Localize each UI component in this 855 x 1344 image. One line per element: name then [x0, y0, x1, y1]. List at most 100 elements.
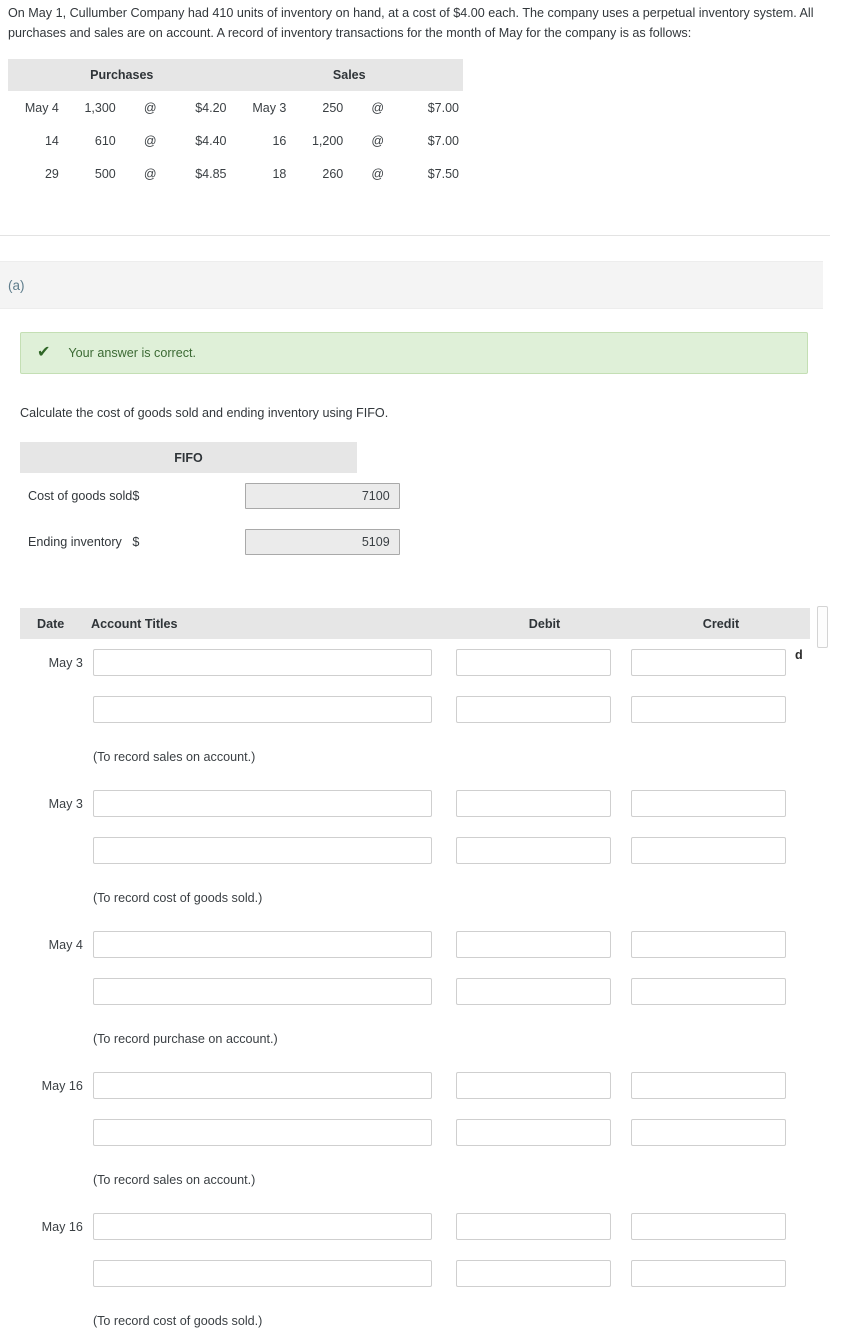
credit-cell — [630, 780, 790, 827]
journal-memo: (To record cost of goods sold.) — [92, 890, 263, 905]
spacer — [614, 780, 631, 827]
credit-input[interactable] — [630, 837, 786, 864]
debit-input[interactable] — [455, 1072, 611, 1099]
debit-input[interactable] — [455, 978, 611, 1005]
journal-memo: (To record cost of goods sold.) — [92, 1313, 263, 1328]
credit-input[interactable] — [630, 1072, 786, 1099]
journal-memo-row: (To record cost of goods sold.) — [20, 1297, 790, 1344]
debit-input[interactable] — [455, 649, 611, 676]
table-row: 29 500 @ $4.85 18 260 @ $7.50 — [8, 157, 463, 190]
purchase-qty: 500 — [94, 166, 116, 181]
debit-cell — [455, 1109, 614, 1156]
purchase-at: @ — [143, 133, 157, 148]
account-title-input[interactable] — [92, 1072, 432, 1099]
ending-inventory-input[interactable] — [244, 529, 400, 555]
account-title-input[interactable] — [92, 1260, 432, 1287]
table-row: May 4 1,300 @ $4.20 May 3 250 @ $7.00 — [8, 91, 463, 124]
credit-cell — [630, 921, 790, 968]
journal-row: May 16 — [20, 1203, 790, 1250]
purchase-price: $4.40 — [195, 133, 227, 148]
debit-cell — [455, 968, 614, 1015]
account-title-cell — [92, 1250, 437, 1297]
spacer — [614, 968, 631, 1015]
journal-table-body: May 3 (To record sales on account.) May … — [20, 639, 790, 1344]
credit-input[interactable] — [630, 1119, 786, 1146]
cost-of-goods-sold-input[interactable] — [244, 483, 400, 509]
journal-memo-row: (To record sales on account.) — [20, 733, 790, 780]
credit-cell — [630, 827, 790, 874]
transactions-header-row: Purchases Sales — [8, 59, 463, 91]
account-title-input[interactable] — [92, 978, 432, 1005]
spacer — [20, 1297, 93, 1344]
journal-row — [20, 827, 790, 874]
credit-input[interactable] — [630, 978, 786, 1005]
account-title-input[interactable] — [92, 649, 432, 676]
account-title-input[interactable] — [92, 1213, 432, 1240]
debit-input[interactable] — [455, 837, 611, 864]
credit-cell — [630, 639, 790, 686]
fifo-header-row: FIFO — [20, 442, 357, 473]
account-title-input[interactable] — [92, 931, 432, 958]
credit-input[interactable] — [630, 931, 786, 958]
credit-input[interactable] — [630, 790, 786, 817]
horizontal-scrollbar-stub[interactable] — [817, 606, 828, 648]
spacer — [614, 1203, 631, 1250]
debit-input[interactable] — [455, 696, 611, 723]
sale-at: @ — [371, 166, 385, 181]
journal-memo-row: (To record sales on account.) — [20, 1156, 790, 1203]
sale-qty: 250 — [322, 100, 344, 115]
credit-cell — [630, 1109, 790, 1156]
ending-inventory-label: Ending inventory — [28, 535, 122, 549]
debit-input[interactable] — [455, 790, 611, 817]
spacer — [614, 1250, 631, 1297]
spacer — [614, 921, 631, 968]
journal-memo: (To record purchase on account.) — [92, 1031, 278, 1046]
spacer — [20, 733, 93, 780]
debit-cell — [455, 639, 614, 686]
credit-cell — [630, 686, 790, 733]
debit-input[interactable] — [455, 931, 611, 958]
account-title-cell — [92, 827, 437, 874]
debit-input[interactable] — [455, 1213, 611, 1240]
debit-cell — [455, 1062, 614, 1109]
transactions-table: Purchases Sales May 4 1,300 @ $4.20 May … — [8, 59, 463, 190]
debit-input[interactable] — [455, 1260, 611, 1287]
spacer — [614, 827, 631, 874]
credit-input[interactable] — [630, 1260, 786, 1287]
journal-entry-table: May 3 (To record sales on account.) May … — [20, 639, 790, 1344]
debit-cell — [455, 1250, 614, 1297]
spacer — [437, 968, 455, 1015]
ending-inventory-cell — [244, 519, 400, 565]
answer-correct-banner: ✔ Your answer is correct. — [20, 332, 808, 374]
clipped-text-fragment: d — [795, 648, 803, 662]
purchase-price: $4.20 — [195, 100, 227, 115]
account-title-cell — [92, 780, 437, 827]
spacer — [614, 686, 631, 733]
sales-header: Sales — [235, 59, 463, 91]
debit-cell — [455, 827, 614, 874]
account-title-cell — [92, 968, 437, 1015]
table-row: 14 610 @ $4.40 16 1,200 @ $7.00 — [8, 124, 463, 157]
account-title-input[interactable] — [92, 837, 432, 864]
journal-entry-date: May 3 — [48, 655, 83, 670]
credit-cell — [630, 1062, 790, 1109]
credit-cell — [630, 1203, 790, 1250]
credit-input[interactable] — [630, 1213, 786, 1240]
journal-entry-date-blank — [20, 968, 93, 1015]
transactions-table-body: May 4 1,300 @ $4.20 May 3 250 @ $7.00 14… — [8, 91, 463, 190]
part-a-band: (a) — [0, 261, 823, 309]
account-title-input[interactable] — [92, 696, 432, 723]
purchase-at: @ — [143, 100, 157, 115]
credit-input[interactable] — [630, 649, 786, 676]
sale-date: May 3 — [252, 100, 287, 115]
fifo-table-body: Cost of goods sold $ Ending inventory $ — [20, 473, 400, 565]
purchase-qty: 1,300 — [84, 100, 116, 115]
spacer — [614, 639, 631, 686]
account-title-input[interactable] — [92, 1119, 432, 1146]
debit-input[interactable] — [455, 1119, 611, 1146]
problem-statement: On May 1, Cullumber Company had 410 unit… — [8, 6, 814, 40]
account-title-input[interactable] — [92, 790, 432, 817]
account-title-cell — [92, 1062, 437, 1109]
credit-input[interactable] — [630, 696, 786, 723]
journal-row: May 3 — [20, 639, 790, 686]
